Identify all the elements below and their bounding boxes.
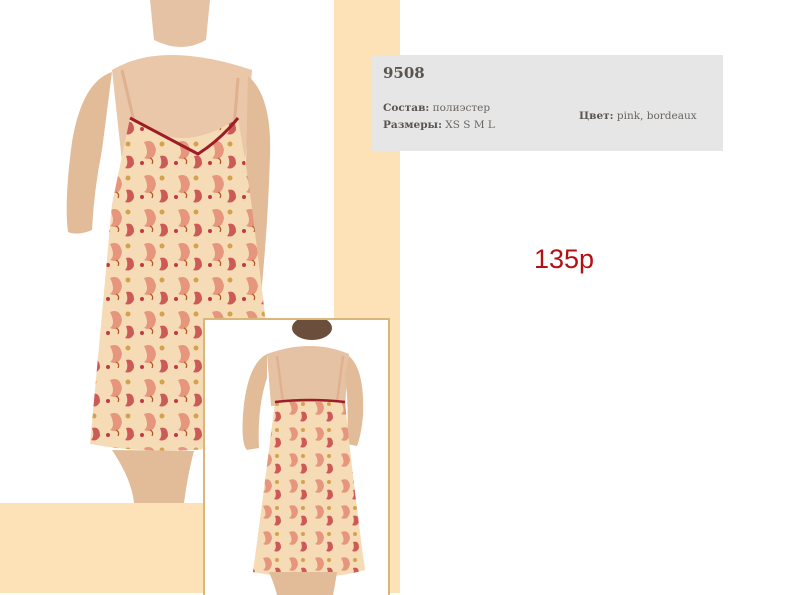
sizes-row: Размеры: XS S M L xyxy=(383,119,495,131)
product-price: 135р xyxy=(534,244,595,274)
color-value: pink, bordeaux xyxy=(616,110,697,122)
color-row: Цвет: pink, bordeaux xyxy=(579,110,697,122)
product-sku: 9508 xyxy=(383,64,425,82)
back-photo-illustration xyxy=(242,320,365,595)
composition-label: Состав: xyxy=(383,102,430,114)
composition-value: полиэстер xyxy=(432,102,491,114)
product-info-box: 9508 Состав: полиэстер Размеры: XS S M L… xyxy=(371,55,723,151)
color-label: Цвет: xyxy=(579,110,614,122)
product-photo-back xyxy=(203,318,390,595)
sizes-value: XS S M L xyxy=(445,119,495,131)
sizes-label: Размеры: xyxy=(383,119,442,131)
composition-row: Состав: полиэстер xyxy=(383,102,490,114)
